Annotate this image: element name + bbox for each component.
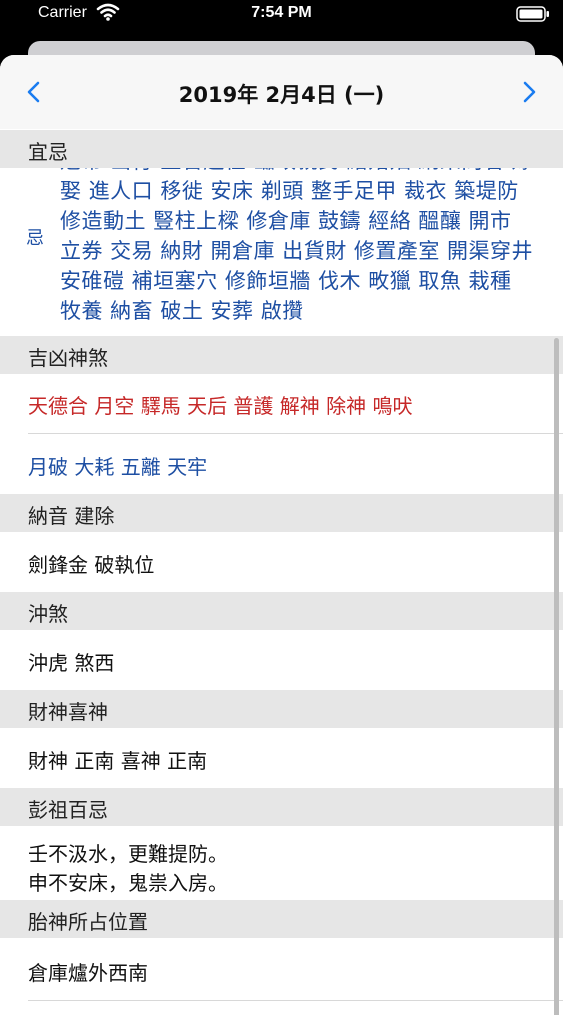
status-bar: Carrier 7:54 PM <box>0 0 563 32</box>
good-gods: 天德合 月空 驛馬 天后 普護 解神 除神 鳴吠 <box>28 394 413 418</box>
nayin-row: 劍鋒金 破執位 <box>0 532 563 592</box>
chevron-left-icon[interactable] <box>20 77 50 107</box>
shensha-bad-row: 月破 大耗 五離 天牢 <box>0 434 563 493</box>
section-title: 吉凶神煞 <box>28 346 108 370</box>
caishen-value: 財神 正南 喜神 正南 <box>28 749 208 773</box>
section-title: 胎神所占位置 <box>28 910 148 934</box>
taishen-value: 倉庫爐外西南 <box>28 961 148 985</box>
section-header-shensha: 吉凶神煞 <box>0 336 563 374</box>
chevron-right-icon[interactable] <box>513 77 543 107</box>
battery-icon <box>516 6 549 22</box>
pengzu-line-1: 壬不汲水，更難提防。 <box>28 842 228 866</box>
pengzu-row: 壬不汲水，更難提防。 申不安床，鬼祟入房。 <box>0 826 563 900</box>
section-header-chongsha: 沖煞 <box>0 592 563 630</box>
section-title: 財神喜神 <box>28 700 108 724</box>
row-divider <box>28 1000 563 1001</box>
section-title: 宜忌 <box>28 140 68 164</box>
taishen-row: 倉庫爐外西南 <box>0 938 563 1000</box>
almanac-sheet: 2019年 2月4日 (一) 宜忌 忌 冠帶 出行 上官赴任 臨政親民 結婚姻 … <box>0 55 563 1015</box>
section-header-caishen: 財神喜神 <box>0 690 563 728</box>
ji-label: 忌 <box>26 228 44 249</box>
section-header-pengzu: 彭祖百忌 <box>0 788 563 826</box>
section-header-nayin: 納音 建除 <box>0 494 563 532</box>
shensha-good-row: 天德合 月空 驛馬 天后 普護 解神 除神 鳴吠 <box>0 374 563 433</box>
section-title: 沖煞 <box>28 602 68 626</box>
nav-bar: 2019年 2月4日 (一) <box>0 55 563 129</box>
pengzu-line-2: 申不安床，鬼祟入房。 <box>28 871 228 895</box>
section-header-taishen: 胎神所占位置 <box>0 900 563 938</box>
nayin-value: 劍鋒金 破執位 <box>28 553 155 577</box>
caishen-row: 財神 正南 喜神 正南 <box>0 728 563 788</box>
section-header-yiji: 宜忌 <box>0 130 563 168</box>
clock: 7:54 PM <box>251 4 312 21</box>
yiji-content[interactable]: 忌 冠帶 出行 上官赴任 臨政親民 結婚姻 納采問名 嫁娶 進人口 移徙 安床 … <box>0 168 563 328</box>
section-title: 納音 建除 <box>28 504 115 528</box>
ji-text: 冠帶 出行 上官赴任 臨政親民 結婚姻 納采問名 嫁娶 進人口 移徙 安床 剃頭… <box>60 168 534 323</box>
section-title: 彭祖百忌 <box>28 798 108 822</box>
chongsha-row: 沖虎 煞西 <box>0 630 563 690</box>
bad-gods: 月破 大耗 五離 天牢 <box>28 455 208 479</box>
scrollbar[interactable] <box>554 338 559 1015</box>
date-title: 2019年 2月4日 (一) <box>178 83 385 107</box>
chongsha-value: 沖虎 煞西 <box>28 651 115 675</box>
